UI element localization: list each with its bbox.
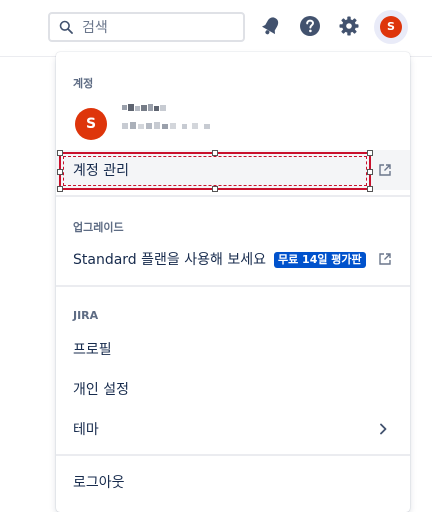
gear-icon[interactable]: [337, 14, 361, 38]
redacted-email: [122, 122, 210, 129]
chevron-right-icon: [380, 423, 387, 435]
divider: [56, 285, 410, 287]
theme-submenu-item[interactable]: 테마: [56, 409, 410, 449]
profile-avatar-button[interactable]: S: [374, 10, 408, 44]
external-link-icon: [379, 164, 391, 176]
logout-link[interactable]: 로그아웃: [56, 462, 410, 502]
free-trial-badge: 무료 14일 평가판: [273, 252, 366, 268]
manage-account-label: 계정 관리: [73, 163, 129, 179]
help-icon[interactable]: [298, 14, 322, 38]
logout-label: 로그아웃: [73, 475, 125, 491]
bell-icon[interactable]: [259, 14, 283, 38]
divider: [56, 195, 410, 197]
personal-settings-label: 개인 설정: [73, 382, 129, 398]
external-link-icon: [379, 253, 391, 265]
top-navigation-bar: S: [0, 0, 432, 57]
theme-label: 테마: [73, 422, 99, 438]
personal-settings-link[interactable]: 개인 설정: [56, 369, 410, 409]
upgrade-plan-row: Standard 플랜을 사용해 보세요 무료 14일 평가판: [73, 249, 366, 269]
manage-account-link[interactable]: 계정 관리: [56, 150, 410, 190]
section-title-account: 계정: [73, 77, 94, 90]
section-title-jira: JIRA: [73, 309, 99, 322]
search-icon: [59, 20, 73, 34]
profile-link[interactable]: 프로필: [56, 329, 410, 369]
profile-dropdown-menu: 계정 S 계정 관리 업그레이드 Standard 플랜을 사용해 보세요 무료…: [56, 52, 410, 512]
account-avatar: S: [75, 108, 107, 140]
section-title-upgrade: 업그레이드: [73, 221, 124, 234]
search-input[interactable]: [80, 17, 239, 39]
avatar: S: [380, 16, 402, 38]
upgrade-plan-link[interactable]: Standard 플랜을 사용해 보세요 무료 14일 평가판: [56, 239, 410, 279]
upgrade-plan-label: Standard 플랜을 사용해 보세요: [73, 252, 266, 268]
search-box[interactable]: [48, 12, 245, 42]
divider: [56, 454, 410, 456]
redacted-name: [122, 104, 166, 111]
profile-label: 프로필: [73, 342, 112, 358]
